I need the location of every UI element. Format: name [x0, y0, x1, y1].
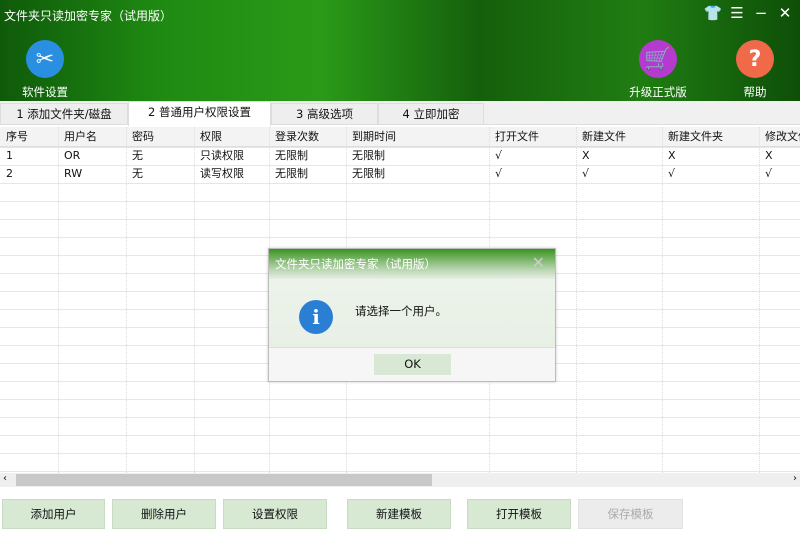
table-cell[interactable]: X	[576, 147, 662, 165]
table-cell[interactable]: √	[489, 147, 576, 165]
table-cell[interactable]: 无限制	[346, 165, 489, 183]
table-cell[interactable]: 只读权限	[194, 147, 269, 165]
close-icon[interactable]: ✕	[775, 4, 795, 22]
column-header[interactable]: 权限	[194, 128, 269, 146]
dialog-message: 请选择一个用户。	[355, 304, 447, 318]
table-cell[interactable]: 2	[0, 165, 58, 183]
new-template-button[interactable]: 新建模板	[347, 499, 451, 529]
column-header[interactable]: 密码	[126, 128, 194, 146]
settings-label: 软件设置	[22, 85, 68, 99]
ok-button[interactable]: OK	[374, 354, 451, 375]
settings-button[interactable]: ✂ 软件设置	[10, 40, 80, 100]
scroll-right-icon[interactable]: ›	[793, 473, 797, 484]
delete-user-button[interactable]: 删除用户	[112, 499, 216, 529]
table-cell[interactable]: √	[576, 165, 662, 183]
table-cell[interactable]: 无限制	[269, 165, 346, 183]
column-header[interactable]: 用户名	[58, 128, 126, 146]
column-header[interactable]: 登录次数	[269, 128, 346, 146]
skin-icon[interactable]: 👕	[703, 4, 723, 22]
help-label: 帮助	[743, 85, 767, 99]
table-cell[interactable]: X	[662, 147, 759, 165]
upgrade-label: 升级正式版	[629, 85, 687, 99]
column-header[interactable]: 修改文件	[759, 128, 800, 146]
info-icon: i	[299, 300, 333, 334]
column-header[interactable]: 序号	[0, 128, 58, 146]
app-header: 文件夹只读加密专家（试用版） 👕 ☰ − ✕ ✂ 软件设置 🛒 升级正式版 ? …	[0, 0, 800, 101]
upgrade-button[interactable]: 🛒 升级正式版	[623, 40, 693, 100]
dialog-close-icon[interactable]: ✕	[532, 253, 545, 272]
tab-user-permissions[interactable]: 2 普通用户权限设置	[128, 101, 271, 126]
table-cell[interactable]: 无限制	[346, 147, 489, 165]
table-cell[interactable]: 无	[126, 147, 194, 165]
scroll-left-icon[interactable]: ‹	[3, 473, 7, 484]
table-cell[interactable]: √	[662, 165, 759, 183]
table-cell[interactable]: X	[759, 147, 800, 165]
tab-bar: 1 添加文件夹/磁盘 2 普通用户权限设置 3 高级选项 4 立即加密	[0, 101, 800, 126]
save-template-button: 保存模板	[578, 499, 683, 529]
open-template-button[interactable]: 打开模板	[467, 499, 571, 529]
table-cell[interactable]: 无限制	[269, 147, 346, 165]
minimize-icon[interactable]: −	[751, 4, 771, 22]
column-header[interactable]: 到期时间	[346, 128, 489, 146]
cart-icon: 🛒	[639, 40, 677, 78]
dialog-title: 文件夹只读加密专家（试用版）	[275, 257, 436, 271]
column-header[interactable]: 打开文件	[489, 128, 576, 146]
table-cell[interactable]: OR	[58, 147, 126, 165]
message-dialog: 文件夹只读加密专家（试用版） ✕ i 请选择一个用户。 OK	[268, 248, 556, 382]
set-permissions-button[interactable]: 设置权限	[223, 499, 327, 529]
tab-advanced[interactable]: 3 高级选项	[271, 103, 378, 125]
horizontal-scrollbar[interactable]: ‹ ›	[0, 473, 800, 487]
menu-icon[interactable]: ☰	[727, 4, 747, 22]
table-cell[interactable]: √	[489, 165, 576, 183]
tab-add-folder[interactable]: 1 添加文件夹/磁盘	[0, 103, 128, 125]
table-cell[interactable]: √	[759, 165, 800, 183]
table-cell[interactable]: RW	[58, 165, 126, 183]
table-cell[interactable]: 读写权限	[194, 165, 269, 183]
window-title: 文件夹只读加密专家（试用版）	[4, 9, 173, 23]
add-user-button[interactable]: 添加用户	[2, 499, 105, 529]
scrollbar-thumb[interactable]	[16, 474, 432, 486]
tools-icon: ✂	[26, 40, 64, 78]
table-cell[interactable]: 1	[0, 147, 58, 165]
help-icon: ?	[736, 40, 774, 78]
help-button[interactable]: ? 帮助	[720, 40, 790, 100]
tab-encrypt-now[interactable]: 4 立即加密	[378, 103, 484, 125]
column-header[interactable]: 新建文件夹	[662, 128, 759, 146]
table-cell[interactable]: 无	[126, 165, 194, 183]
column-header[interactable]: 新建文件	[576, 128, 662, 146]
